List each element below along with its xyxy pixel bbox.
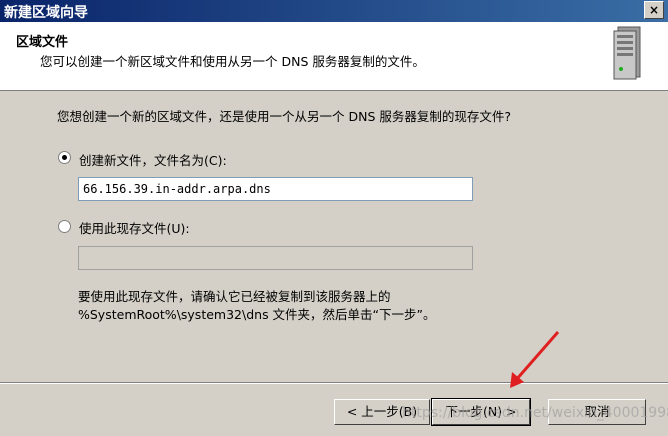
page-title: 区域文件 <box>16 35 69 50</box>
annotation-arrow-icon <box>510 331 560 388</box>
note-line-2: %SystemRoot%\system32\dns 文件夹，然后单击“下一步”。 <box>78 307 436 322</box>
existing-filename-input[interactable] <box>78 246 473 270</box>
close-button[interactable]: × <box>644 1 664 19</box>
radio-use-existing-label[interactable]: 使用此现存文件(U): <box>79 218 190 237</box>
new-filename-input[interactable]: 66.156.39.in-addr.arpa.dns <box>78 177 473 201</box>
radio-create-new-label[interactable]: 创建新文件，文件名为(C): <box>79 150 227 169</box>
server-icon <box>613 26 641 80</box>
note-line-1: 要使用此现存文件，请确认它已经被复制到该服务器上的 <box>78 289 391 304</box>
wizard-header: 区域文件 您可以创建一个新区域文件和使用从另一个 DNS 服务器复制的文件。 <box>0 22 668 91</box>
window-title: 新建区域向导 <box>4 5 88 21</box>
radio-create-new[interactable] <box>58 151 71 164</box>
radio-use-existing[interactable] <box>58 220 71 233</box>
title-bar: 新建区域向导 × <box>0 0 668 22</box>
question-text: 您想创建一个新的区域文件，还是使用一个从另一个 DNS 服务器复制的现存文件? <box>57 109 511 124</box>
page-subtitle: 您可以创建一个新区域文件和使用从另一个 DNS 服务器复制的文件。 <box>40 54 425 69</box>
watermark: https://blog.csdn.net/weixin_40001998 <box>402 405 668 421</box>
